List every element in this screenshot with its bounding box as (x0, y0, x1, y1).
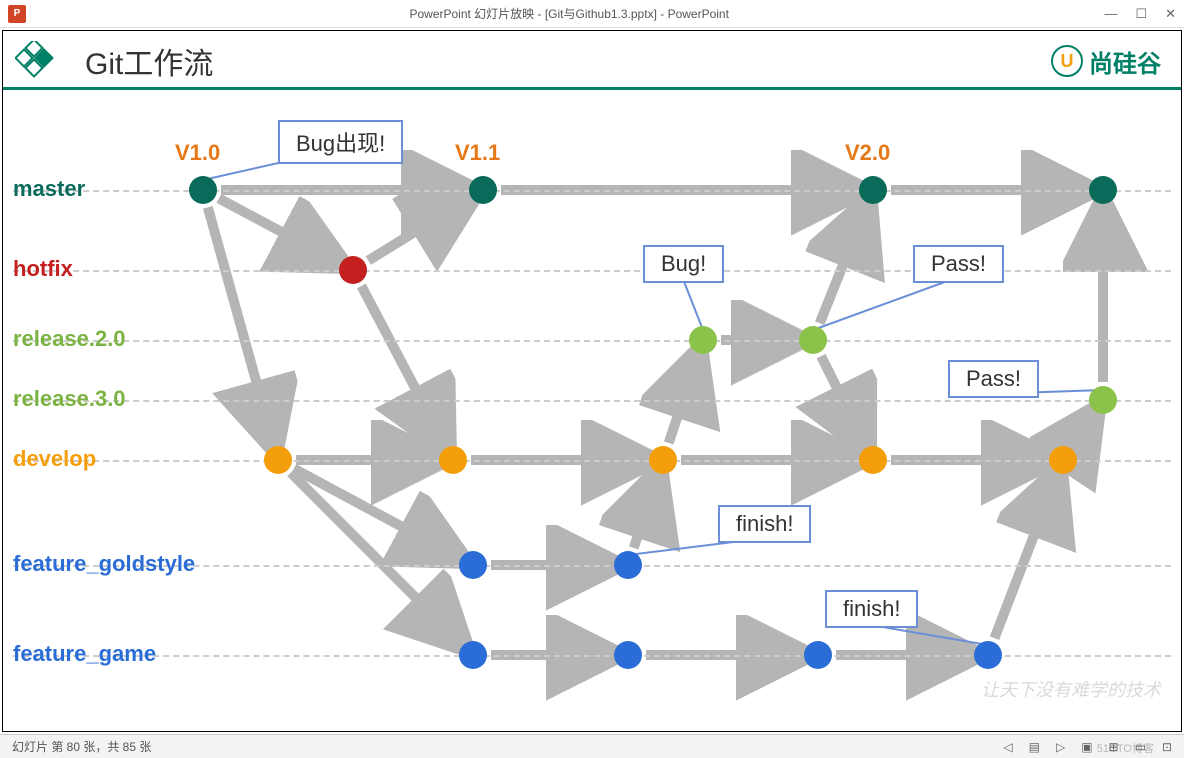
branch-line (13, 340, 1171, 342)
branch-line (13, 190, 1171, 192)
branch-line (13, 460, 1171, 462)
version-label: V2.0 (845, 140, 890, 166)
commit-node (649, 446, 677, 474)
commit-node (1089, 386, 1117, 414)
commit-node (459, 641, 487, 669)
branch-label: release.2.0 (13, 326, 126, 352)
commit-node (689, 326, 717, 354)
branch-label: master (13, 176, 85, 202)
callout: finish! (825, 590, 918, 628)
commit-node (264, 446, 292, 474)
diamond-logo-icon (15, 41, 55, 81)
watermark: 让天下没有难学的技术 (981, 676, 1161, 702)
branch-label: release.3.0 (13, 386, 126, 412)
commit-node (339, 256, 367, 284)
callout: finish! (718, 505, 811, 543)
branch-label: feature_goldstyle (13, 551, 195, 577)
callout: Pass! (913, 245, 1004, 283)
version-label: V1.1 (455, 140, 500, 166)
window-controls: — ☐ ✕ (1104, 6, 1176, 22)
commit-node (459, 551, 487, 579)
commit-node (804, 641, 832, 669)
callout: Pass! (948, 360, 1039, 398)
prev-icon[interactable]: ◁ (1003, 740, 1012, 754)
commit-node (799, 326, 827, 354)
commit-node (1049, 446, 1077, 474)
powerpoint-icon: P (8, 5, 26, 23)
branch-label: develop (13, 446, 96, 472)
slideshow-icon[interactable]: ⊡ (1162, 740, 1172, 754)
slide-title: Git工作流 (85, 39, 213, 83)
brand-icon: U (1051, 45, 1083, 77)
window-title: PowerPoint 幻灯片放映 - [Git与Github1.3.pptx] … (34, 5, 1104, 22)
brand: U 尚硅谷 (1051, 44, 1161, 79)
commit-node (614, 641, 642, 669)
play-icon[interactable]: ▷ (1056, 740, 1065, 754)
commit-node (469, 176, 497, 204)
callout: Bug! (643, 245, 724, 283)
brand-text: 尚硅谷 (1089, 44, 1161, 79)
commit-node (614, 551, 642, 579)
normal-view-icon[interactable]: ▣ (1081, 740, 1092, 754)
window-titlebar: P PowerPoint 幻灯片放映 - [Git与Github1.3.pptx… (0, 0, 1184, 28)
close-button[interactable]: ✕ (1165, 6, 1176, 22)
commit-node (439, 446, 467, 474)
version-label: V1.0 (175, 140, 220, 166)
maximize-button[interactable]: ☐ (1135, 6, 1147, 22)
commit-node (974, 641, 1002, 669)
callout: Bug出现! (278, 120, 403, 164)
corner-watermark: 51CTO博客 (1097, 740, 1154, 756)
slide-counter: 幻灯片 第 80 张，共 85 张 (12, 738, 1003, 755)
notes-icon[interactable]: ▤ (1029, 740, 1040, 754)
commit-node (189, 176, 217, 204)
minimize-button[interactable]: — (1104, 6, 1117, 22)
commit-node (1089, 176, 1117, 204)
slide-area: Git工作流 U 尚硅谷 让天下没有难学的技术 master hotfix rele… (2, 30, 1182, 732)
statusbar: 幻灯片 第 80 张，共 85 张 ◁ ▤ ▷ ▣ ⊞ ▭ ⊡ 51CTO博客 (0, 734, 1184, 758)
slide-header: Git工作流 U 尚硅谷 (3, 31, 1181, 90)
branch-line (13, 400, 1171, 402)
branch-label: hotfix (13, 256, 73, 282)
commit-node (859, 446, 887, 474)
commit-node (859, 176, 887, 204)
branch-label: feature_game (13, 641, 156, 667)
git-workflow-diagram: 让天下没有难学的技术 master hotfix release.2.0 releas… (3, 90, 1181, 710)
